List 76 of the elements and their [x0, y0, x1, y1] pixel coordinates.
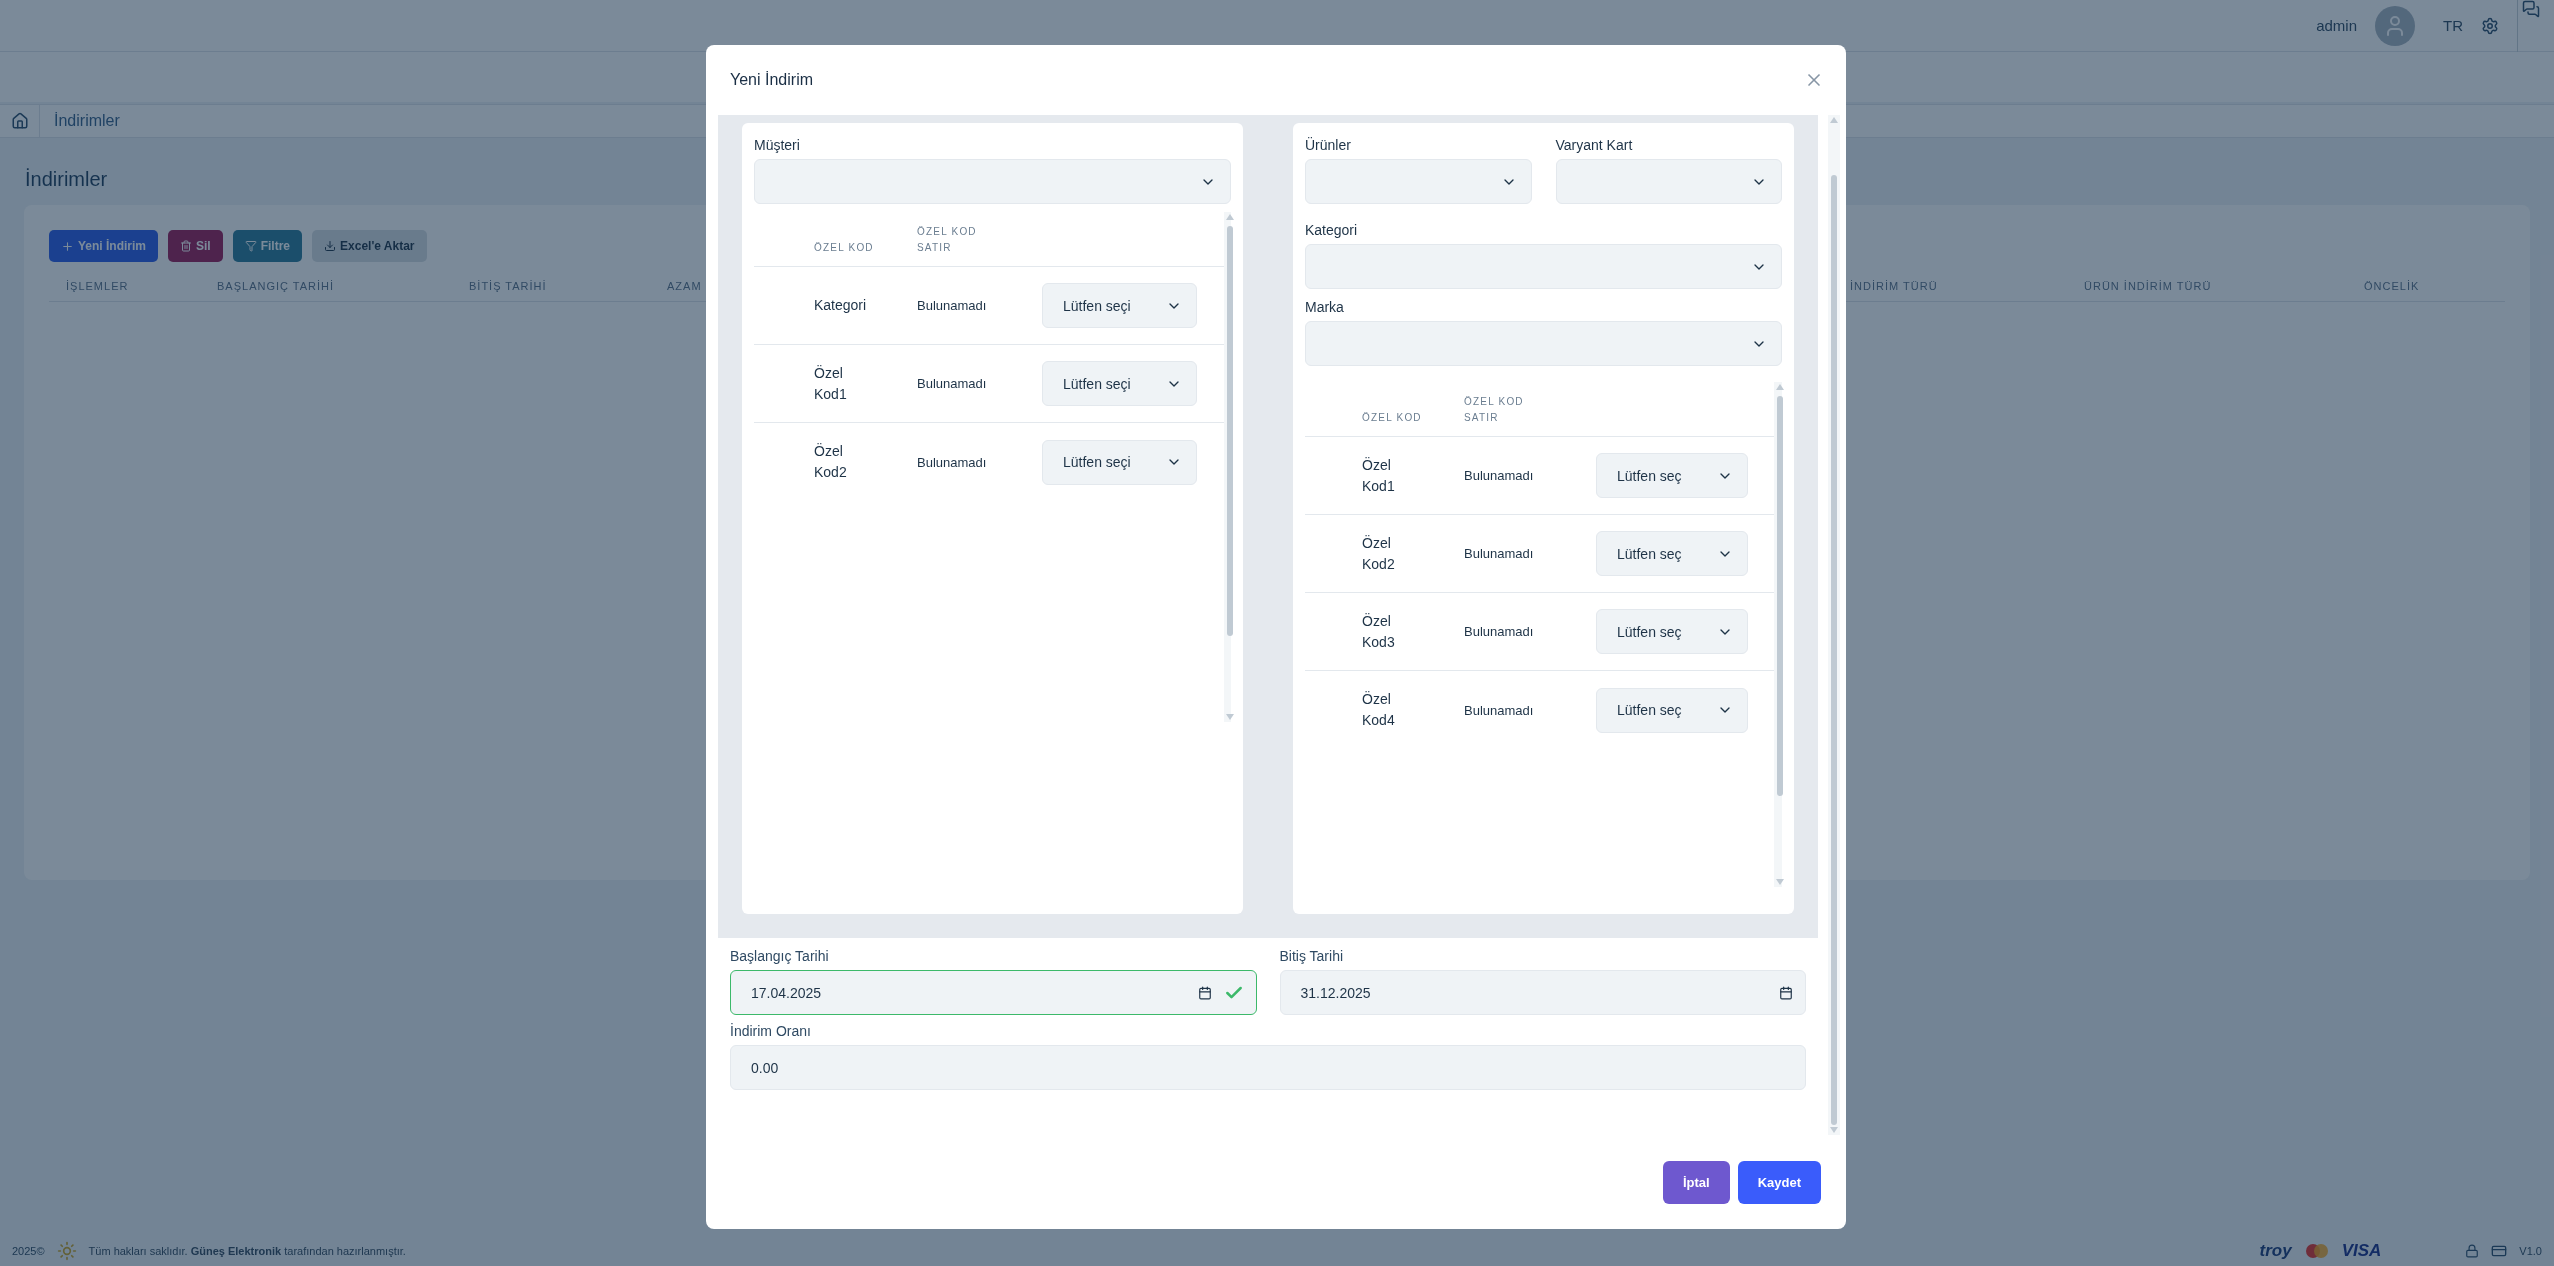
table-cell-text: Bulunamadı: [1464, 702, 1535, 718]
input-field[interactable]: 0.00: [730, 1045, 1806, 1090]
select-dropdown[interactable]: Lütfen seç: [1596, 687, 1748, 733]
field-label: İndirim Oranı: [730, 1023, 812, 1039]
home-icon[interactable]: [10, 112, 29, 130]
table-cell-text: Özel Kod4: [1362, 690, 1396, 730]
column-header: BAŞLANGIÇ TARİHİ: [216, 279, 335, 292]
column-header: ÖZEL KOD: [814, 241, 875, 255]
field-label: Ürünler: [1305, 137, 1352, 153]
user-name: admin: [2316, 17, 2357, 34]
scrollbar[interactable]: [1224, 212, 1231, 722]
select-dropdown[interactable]: Lütfen seç: [1596, 453, 1748, 498]
field-label: Başlangıç Tarihi: [730, 948, 830, 964]
column-header: AZAM: [666, 279, 702, 292]
filter-icon: [244, 240, 257, 252]
select-dropdown[interactable]: [1305, 244, 1782, 289]
column-header: ÖNCELİK: [2363, 279, 2420, 292]
table-cell-text: Bulunamadı: [1464, 546, 1535, 561]
trash-icon: [180, 240, 192, 252]
copyright-year: 2025©: [12, 1245, 45, 1257]
brand-logo: troy: [2259, 1241, 2292, 1261]
table-cell-text: Özel Kod3: [1362, 611, 1396, 652]
column-header: ÜRÜN İNDİRİM TÜRÜ: [2083, 279, 2212, 292]
table-cell-text: Bulunamadı: [917, 376, 988, 391]
chat-icon[interactable]: [2522, 0, 2540, 18]
version-text: V1.0: [2519, 1245, 2542, 1257]
calendar-icon: [1197, 985, 1212, 1000]
scrollbar[interactable]: [1774, 382, 1782, 887]
table-cell-text: Bulunamadı: [917, 298, 988, 313]
column-header: BİTİŞ TARİHİ: [468, 279, 547, 292]
table-cell-text: Özel Kod2: [814, 442, 848, 482]
table-cell-text: Bulunamadı: [1464, 468, 1535, 483]
modal-title: Yeni İndirim: [730, 71, 813, 89]
select-dropdown[interactable]: Lütfen seç: [1596, 609, 1748, 654]
table-cell-text: Özel Kod1: [814, 363, 848, 404]
settings-icon[interactable]: [2481, 16, 2499, 35]
table-cell-text: Özel Kod2: [1362, 533, 1396, 574]
column-header: ÖZEL KOD SATIR: [917, 225, 978, 255]
sun-logo-icon: [56, 1241, 77, 1261]
avatar-icon[interactable]: [2375, 5, 2415, 46]
column-header: İNDİRİM TÜRÜ: [1849, 279, 1938, 292]
select-dropdown[interactable]: [1305, 159, 1532, 204]
dialog-button[interactable]: İptal: [1662, 1160, 1730, 1204]
date-field[interactable]: 31.12.2025: [1279, 970, 1806, 1015]
plus-icon: [61, 239, 74, 253]
select-dropdown[interactable]: Lütfen seçi: [1042, 439, 1197, 485]
column-header: ÖZEL KOD: [1362, 411, 1423, 425]
select-dropdown[interactable]: Lütfen seçi: [1042, 361, 1197, 406]
field-label: Kategori: [1305, 222, 1359, 238]
column-header: İŞLEMLER: [65, 279, 129, 292]
page-title: İndirimler: [25, 168, 108, 191]
select-dropdown[interactable]: [1555, 159, 1782, 204]
field-label: Bitiş Tarihi: [1279, 948, 1345, 964]
field-label: Müşteri: [754, 137, 801, 153]
table-cell-text: Özel Kod1: [1362, 455, 1396, 496]
table-cell-text: Bulunamadı: [1464, 624, 1535, 639]
toolbar-button[interactable]: Sil: [168, 230, 223, 262]
select-dropdown[interactable]: [754, 159, 1231, 204]
date-field[interactable]: 17.04.2025: [730, 970, 1257, 1015]
table-cell-text: Bulunamadı: [917, 454, 988, 470]
field-label: Varyant Kart: [1555, 137, 1634, 153]
column-header: ÖZEL KOD SATIR: [1464, 395, 1525, 425]
card-brand-icon: [2303, 1243, 2330, 1259]
select-dropdown[interactable]: [1305, 321, 1782, 366]
download-icon: [324, 240, 337, 252]
scrollbar[interactable]: [1828, 115, 1840, 1135]
select-dropdown[interactable]: Lütfen seç: [1596, 531, 1748, 576]
select-dropdown[interactable]: Lütfen seçi: [1042, 283, 1197, 328]
field-label: Marka: [1305, 299, 1345, 315]
credit-card-icon: [2491, 1243, 2508, 1259]
footer-text: Tüm hakları saklıdır. Güneş Elektronik tarafından hazırlanmıştır.: [88, 1245, 406, 1257]
dialog-button[interactable]: Kaydet: [1737, 1160, 1821, 1204]
lock-icon: [2465, 1244, 2480, 1258]
table-cell-text: Kategori: [814, 296, 868, 315]
calendar-icon: [1779, 985, 1793, 1000]
brand-logo: VISA: [2341, 1241, 2382, 1261]
